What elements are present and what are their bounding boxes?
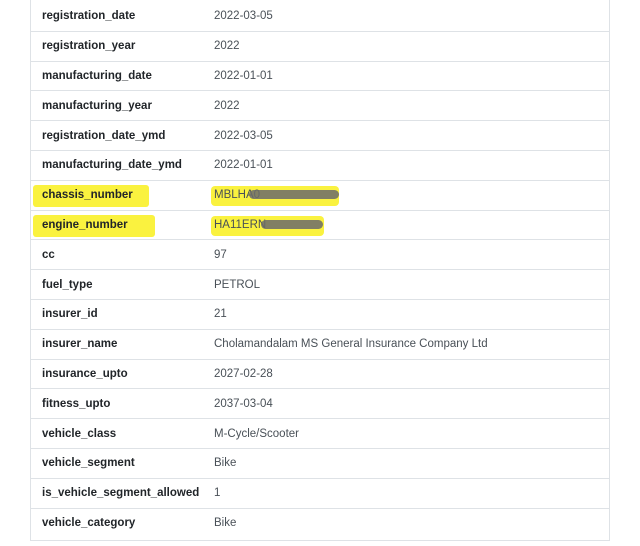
redaction-scribble: [249, 189, 339, 199]
table-row: insurer_id 21: [31, 300, 609, 330]
field-value: 1: [214, 487, 221, 500]
table-row: manufacturing_date 2022-01-01: [31, 62, 609, 92]
field-value: M-Cycle/Scooter: [214, 427, 299, 440]
table-row: vehicle_segment Bike: [31, 449, 609, 479]
field-value: 21: [214, 308, 227, 321]
field-value: 2022-01-01: [214, 69, 273, 82]
table-row: vehicle_class M-Cycle/Scooter: [31, 419, 609, 449]
table-row: insurance_upto 2027-02-28: [31, 360, 609, 390]
field-key: engine_number: [42, 218, 128, 231]
field-key: vehicle_class: [42, 427, 117, 440]
field-key: registration_date: [42, 10, 136, 23]
field-value: Bike: [214, 457, 237, 470]
field-value: PETROL: [214, 278, 261, 291]
field-key: chassis_number: [42, 189, 133, 202]
field-key: manufacturing_date: [42, 69, 152, 82]
field-value: 2022-03-05: [214, 129, 273, 142]
field-key: registration_year: [42, 40, 136, 53]
field-key: manufacturing_year: [42, 99, 152, 112]
table-row: insurer_name Cholamandalam MS General In…: [31, 330, 609, 360]
field-key: insurance_upto: [42, 367, 128, 380]
table-row: registration_date_ymd 2022-03-05: [31, 121, 609, 151]
table-row-engine-number: engine_number HA11ERN: [31, 211, 609, 241]
field-value: 2022-01-01: [214, 159, 273, 172]
field-value: 2027-02-28: [214, 367, 273, 380]
table-row: vehicle_category Bike: [31, 509, 609, 539]
field-key: insurer_name: [42, 338, 118, 351]
table-row: manufacturing_year 2022: [31, 91, 609, 122]
field-key: vehicle_segment: [42, 457, 135, 470]
table-row: registration_year 2022: [31, 32, 609, 62]
field-key: registration_date_ymd: [42, 129, 166, 142]
field-key: fuel_type: [42, 278, 93, 291]
table-row: fuel_type PETROL: [31, 270, 609, 300]
field-value: 2022: [214, 40, 240, 53]
table-row: manufacturing_date_ymd 2022-01-01: [31, 151, 609, 181]
field-value: 2022-03-05: [214, 10, 273, 23]
field-key: fitness_upto: [42, 397, 111, 410]
field-value: 2037-03-04: [214, 397, 273, 410]
table-row: fitness_upto 2037-03-04: [31, 389, 609, 420]
field-value: Cholamandalam MS General Insurance Compa…: [214, 338, 488, 351]
field-value: 2022: [214, 99, 240, 112]
vehicle-details-table: registration_date 2022-03-05 registratio…: [30, 0, 610, 541]
redaction-scribble: [261, 219, 323, 229]
field-key: vehicle_category: [42, 517, 136, 530]
field-value: Bike: [214, 517, 237, 530]
field-key: cc: [42, 248, 55, 261]
field-key: insurer_id: [42, 308, 98, 321]
field-key: is_vehicle_segment_allowed: [42, 487, 200, 500]
table-row: cc 97: [31, 240, 609, 271]
table-row: registration_date 2022-03-05: [31, 2, 609, 32]
field-value: 97: [214, 248, 227, 261]
table-row: is_vehicle_segment_allowed 1: [31, 479, 609, 509]
field-key: manufacturing_date_ymd: [42, 159, 182, 172]
field-value: HA11ERN: [214, 218, 267, 231]
table-row-chassis-number: chassis_number MBLHA0: [31, 181, 609, 211]
